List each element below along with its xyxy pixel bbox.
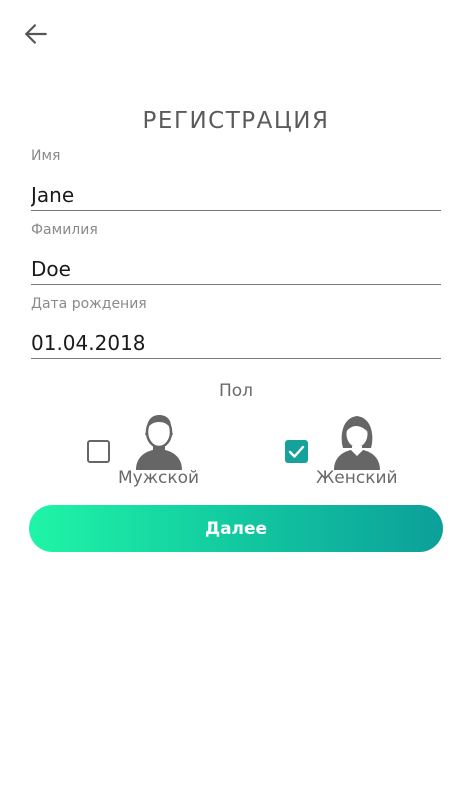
- back-button[interactable]: [18, 16, 54, 52]
- first-name-label: Имя: [31, 148, 61, 164]
- male-checkbox[interactable]: [87, 440, 110, 463]
- birth-date-input[interactable]: [31, 327, 441, 359]
- female-checkbox[interactable]: [285, 440, 308, 463]
- last-name-field-group: Фамилия: [31, 221, 441, 285]
- male-avatar-icon: [136, 415, 182, 470]
- page-title: РЕГИСТРАЦИЯ: [142, 108, 330, 134]
- birth-date-label: Дата рождения: [31, 296, 147, 312]
- checkmark-icon: [288, 445, 305, 458]
- gender-option-female[interactable]: Женский: [282, 410, 412, 490]
- gender-option-male[interactable]: Мужской: [84, 410, 214, 490]
- last-name-label: Фамилия: [31, 222, 98, 238]
- female-avatar-icon: [334, 416, 380, 470]
- gender-label: Пол: [218, 381, 254, 401]
- last-name-input[interactable]: [31, 253, 441, 285]
- first-name-field-group: Имя: [31, 147, 441, 211]
- arrow-left-icon: [25, 24, 47, 44]
- next-button[interactable]: Далее: [29, 505, 443, 552]
- female-option-label: Женский: [316, 468, 398, 488]
- birth-date-field-group: Дата рождения: [31, 295, 441, 359]
- male-option-label: Мужской: [118, 468, 200, 488]
- first-name-input[interactable]: [31, 179, 441, 211]
